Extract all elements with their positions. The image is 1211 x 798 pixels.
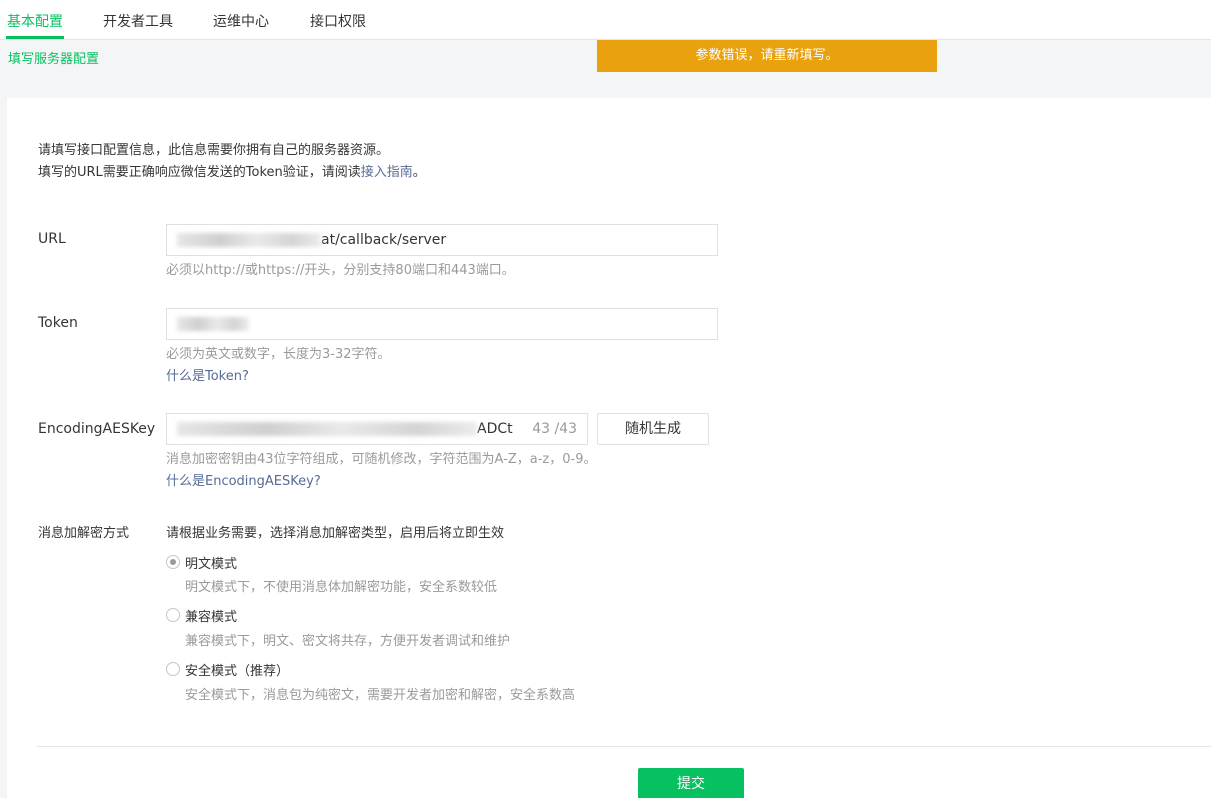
url-label: URL (38, 231, 66, 247)
tab-ops-center[interactable]: 运维中心 (213, 12, 269, 32)
token-label: Token (38, 315, 78, 331)
secure-mode-desc: 安全模式下，消息包为纯密文，需要开发者加密和解密，安全系数高 (185, 688, 576, 703)
access-guide-link[interactable]: 接入指南 (361, 165, 413, 180)
intro-line-2: 填写的URL需要正确响应微信发送的Token验证，请阅读接入指南。 (38, 163, 426, 183)
redacted-url-prefix (177, 233, 321, 247)
radio-compatible-mode[interactable]: 兼容模式 (166, 605, 237, 625)
page-subtitle: 填写服务器配置 (8, 52, 100, 67)
encryption-mode-description: 请根据业务需要，选择消息加解密类型，启用后将立即生效 (166, 526, 505, 541)
aes-key-hint: 消息加密密钥由43位字符组成，可随机修改，字符范围为A-Z，a-z，0-9。 (166, 452, 597, 467)
token-input[interactable] (166, 308, 718, 340)
radio-unchecked-icon[interactable] (166, 608, 180, 622)
token-hint: 必须为英文或数字，长度为3-32字符。 (166, 347, 391, 362)
aes-key-counter: 43 /43 (532, 421, 577, 437)
radio-plaintext-mode[interactable]: 明文模式 (166, 552, 237, 572)
radio-checked-icon[interactable] (166, 555, 180, 569)
radio-compatible-label: 兼容模式 (185, 609, 238, 625)
what-is-aes-key-link[interactable]: 什么是EncodingAESKey? (166, 472, 321, 492)
tab-api-permissions[interactable]: 接口权限 (310, 12, 366, 32)
radio-plaintext-label: 明文模式 (185, 556, 238, 572)
intro-line-2-text: 填写的URL需要正确响应微信发送的Token验证，请阅读 (38, 165, 361, 180)
plaintext-mode-desc: 明文模式下，不使用消息体加解密功能，安全系数较低 (185, 580, 498, 595)
active-tab-indicator (6, 36, 64, 39)
url-hint: 必须以http://或https://开头，分别支持80端口和443端口。 (166, 263, 515, 278)
aes-key-value: ADCt (477, 421, 513, 437)
redacted-aes-key (177, 422, 477, 436)
error-toast: 参数错误，请重新填写。 (597, 40, 937, 72)
radio-unchecked-icon[interactable] (166, 662, 180, 676)
top-tab-bar: 基本配置 开发者工具 运维中心 接口权限 (0, 0, 1211, 40)
redacted-token (177, 317, 249, 331)
radio-secure-label: 安全模式（推荐） (185, 663, 290, 679)
tab-developer-tools[interactable]: 开发者工具 (103, 12, 173, 32)
url-value: at/callback/server (321, 232, 447, 248)
tab-basic-config[interactable]: 基本配置 (7, 12, 63, 32)
form-divider (37, 746, 1211, 747)
encryption-mode-label: 消息加解密方式 (38, 526, 130, 541)
intro-line-2-suffix: 。 (412, 165, 426, 180)
aes-key-input[interactable]: ADCt 43 /43 (166, 413, 588, 445)
aes-key-label: EncodingAESKey (38, 421, 156, 437)
radio-secure-mode[interactable]: 安全模式（推荐） (166, 659, 289, 679)
submit-button[interactable]: 提交 (638, 768, 744, 798)
random-generate-button[interactable]: 随机生成 (597, 413, 709, 445)
what-is-token-link[interactable]: 什么是Token? (166, 367, 249, 387)
url-input[interactable]: at/callback/server (166, 224, 718, 256)
compatible-mode-desc: 兼容模式下，明文、密文将共存，方便开发者调试和维护 (185, 634, 511, 649)
intro-line-1: 请填写接口配置信息，此信息需要你拥有自己的服务器资源。 (38, 143, 390, 158)
